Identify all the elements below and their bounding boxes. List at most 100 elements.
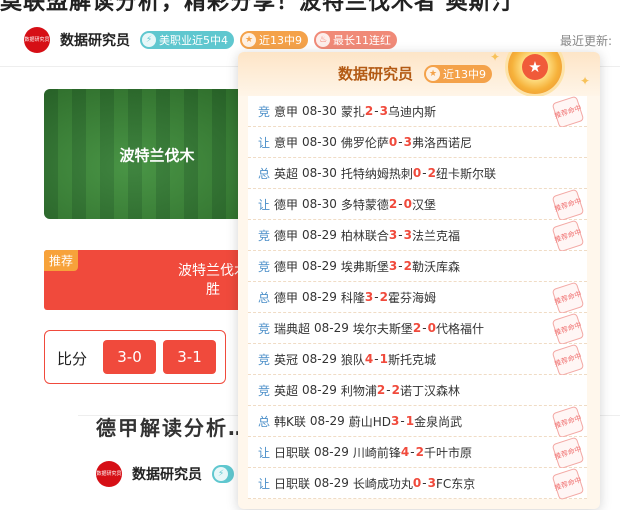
home-team: 托特纳姆热刺	[340, 166, 413, 181]
match-league: 意甲	[274, 104, 299, 119]
score-separator: -	[398, 259, 403, 273]
hit-stamp-icon: 推荐命中	[551, 219, 585, 253]
score-option-1[interactable]: 3-0	[103, 340, 156, 374]
match-row[interactable]: 总英超 08-30 托特纳姆热刺 0-2 纽卡斯尔联	[248, 158, 587, 189]
sparkle-icon: ✦	[580, 74, 591, 88]
score-separator: -	[422, 321, 427, 335]
match-image-caption: 波特兰伐木	[119, 146, 195, 165]
match-date: 08-29	[314, 321, 349, 335]
away-score: 3	[427, 476, 436, 490]
score-separator: -	[400, 414, 405, 428]
match-row[interactable]: 总韩K联 08-29 蔚山HD 3-1 金泉尚武 推荐命中	[248, 405, 587, 439]
match-list: 竞意甲 08-30 蒙扎 2-3 乌迪内斯 推荐命中让意甲 08-30 佛罗伦萨 0-3 弗洛西诺…	[248, 95, 587, 501]
match-league: 英超	[274, 383, 299, 398]
match-type: 总	[258, 414, 271, 429]
match-type: 总	[258, 290, 271, 305]
match-row[interactable]: 让日职联 08-29 川崎前锋 4-2 千叶市原 推荐命中	[248, 436, 587, 470]
home-team: 长崎成功丸	[352, 476, 413, 491]
match-league: 意甲	[274, 135, 299, 150]
away-team: 弗洛西诺尼	[411, 135, 472, 150]
popup-record-chip: ★ 近13中9	[424, 65, 492, 83]
score-separator: -	[410, 445, 415, 459]
away-team: 勒沃库森	[411, 259, 460, 274]
match-row[interactable]: 竞英超 08-29 利物浦 2-2 诺丁汉森林	[248, 375, 587, 406]
match-row[interactable]: 让德甲 08-30 多特蒙德 2-0 汉堡 推荐命中	[248, 188, 587, 222]
score-separator: -	[374, 352, 379, 366]
popup-title: 数据研究员	[338, 65, 414, 83]
home-team: 佛罗伦萨	[340, 135, 389, 150]
score-separator: -	[398, 197, 403, 211]
match-league: 日职联	[274, 445, 311, 460]
home-score: 2	[388, 197, 398, 211]
last-update: 最近更新:	[560, 34, 613, 48]
home-team: 狼队	[340, 352, 365, 367]
away-team: 汉堡	[411, 197, 436, 212]
away-score: 2	[427, 166, 436, 180]
away-team: FC东京	[435, 476, 476, 491]
match-type: 让	[258, 445, 271, 460]
match-row[interactable]: 竞德甲 08-29 柏林联合 3-3 法兰克福 推荐命中	[248, 219, 587, 253]
match-type: 竞	[258, 228, 271, 243]
match-row[interactable]: 竞瑞典超 08-29 埃尔夫斯堡 2-0 代格福什 推荐命中	[248, 312, 587, 346]
match-type: 让	[258, 197, 271, 212]
score-option-2[interactable]: 3-1	[163, 340, 216, 374]
home-score: 3	[388, 228, 398, 242]
record-chip-league: ⚡ 美职业近5中4	[140, 31, 234, 49]
avatar[interactable]: 数据研究员	[96, 461, 122, 487]
star-icon: ★	[522, 54, 548, 80]
match-row[interactable]: 让日职联 08-29 长崎成功丸 0-3 FC东京 推荐命中	[248, 467, 587, 501]
match-type: 竞	[258, 352, 271, 367]
popup-header: 数据研究员 ★ 近13中9 ★ ✦ ✦	[238, 52, 600, 96]
away-team: 法兰克福	[411, 228, 460, 243]
match-date: 08-30	[302, 135, 337, 149]
author-row: 数据研究员 数据研究员 ⚡ 美职业近5中4 ★ 近13中9 ♨ 最长11连红	[24, 27, 397, 53]
match-image: 波特兰伐木	[44, 89, 264, 219]
match-row[interactable]: 总德甲 08-29 科隆 3-2 霍芬海姆 推荐命中	[248, 281, 587, 315]
flame-icon: ♨	[316, 33, 330, 47]
away-score: 2	[391, 383, 400, 397]
home-score: 2	[412, 321, 422, 335]
score-separator: -	[374, 290, 379, 304]
score-separator: -	[398, 135, 403, 149]
star-icon: ★	[242, 33, 256, 47]
hit-stamp-icon: 推荐命中	[551, 467, 585, 501]
match-row[interactable]: 竞意甲 08-30 蒙扎 2-3 乌迪内斯 推荐命中	[248, 95, 587, 129]
recommend-badge: 推荐	[44, 250, 79, 271]
match-type: 让	[258, 476, 271, 491]
article-title: 莫联盟解读分析，精彩分享！波特兰伐木者 奥斯汀	[0, 0, 515, 15]
away-team: 代格福什	[435, 321, 484, 336]
score-separator: -	[398, 228, 403, 242]
away-score: 0	[427, 321, 436, 335]
match-date: 08-30	[302, 197, 337, 211]
match-row[interactable]: 竞德甲 08-29 埃弗斯堡 3-2 勒沃库森	[248, 251, 587, 282]
lightning-icon: ⚡	[142, 33, 156, 47]
match-date: 08-29	[309, 414, 345, 428]
score-box: 比分 3-0 3-1	[44, 330, 226, 384]
score-separator: -	[374, 104, 379, 118]
match-league: 德甲	[274, 259, 299, 274]
home-score: 0	[412, 166, 422, 180]
away-score: 2	[379, 290, 388, 304]
hit-stamp-icon: 推荐命中	[551, 312, 585, 346]
recommend-card: 推荐 波特兰伐木 胜	[44, 250, 264, 310]
match-date: 08-29	[302, 228, 337, 242]
score-separator: -	[422, 166, 427, 180]
match-row[interactable]: 竞英冠 08-29 狼队 4-1 斯托克城 推荐命中	[248, 343, 587, 377]
author-record-popup: 数据研究员 ★ 近13中9 ★ ✦ ✦ 竞意甲 08-30 蒙扎 2-3 乌迪内斯 推荐命中…	[238, 52, 600, 509]
author-name[interactable]: 数据研究员	[132, 464, 202, 484]
home-score: 0	[412, 476, 422, 490]
away-team: 霍芬海姆	[387, 290, 436, 305]
author-name[interactable]: 数据研究员	[60, 30, 130, 50]
avatar[interactable]: 数据研究员	[24, 27, 50, 53]
away-score: 3	[379, 104, 388, 118]
match-type: 竞	[258, 321, 271, 336]
away-score: 0	[403, 197, 412, 211]
home-score: 3	[388, 259, 398, 273]
match-league: 英冠	[274, 352, 299, 367]
match-row[interactable]: 让意甲 08-30 佛罗伦萨 0-3 弗洛西诺尼	[248, 127, 587, 158]
medal-icon: ★	[508, 52, 562, 94]
home-score: 0	[388, 135, 398, 149]
home-team: 蒙扎	[340, 104, 365, 119]
sparkle-icon: ✦	[490, 52, 501, 64]
away-score: 2	[403, 259, 412, 273]
